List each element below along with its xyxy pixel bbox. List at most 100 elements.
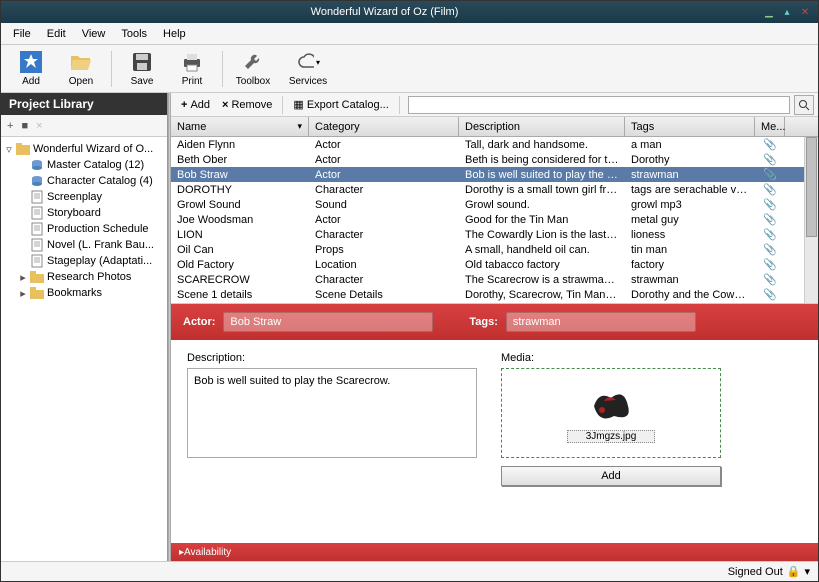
menu-view[interactable]: View [74,26,114,42]
col-category[interactable]: Category [309,117,459,136]
search-button[interactable] [794,95,814,115]
disk-icon [130,50,154,74]
expand-icon[interactable]: ▿ [3,143,15,156]
grid-icon: ▦ [293,98,303,111]
db-icon [29,158,45,172]
sidebar-add-icon[interactable]: + [7,120,13,132]
table-row[interactable]: Oil CanPropsA small, handheld oil can.ti… [171,242,818,257]
folder-icon [29,286,45,300]
chevron-down-icon[interactable]: ▾ [804,565,810,578]
table-row[interactable]: Aiden FlynnActorTall, dark and handsome.… [171,137,818,152]
menu-edit[interactable]: Edit [39,26,74,42]
attachment-icon: 📎 [755,213,785,226]
table-row[interactable]: Growl SoundSoundGrowl sound.growl mp3📎 [171,197,818,212]
main-toolbar: + Add × Remove ▦ Export Catalog... [171,93,818,117]
tags-field[interactable] [506,312,696,332]
tree-item-6[interactable]: Stageplay (Adaptati... [3,253,165,269]
media-dropzone[interactable]: 3Jmgzs.jpg [501,368,721,458]
print-button[interactable]: Print [168,47,216,91]
tree-item-1[interactable]: Character Catalog (4) [3,173,165,189]
menu-file[interactable]: File [5,26,39,42]
attachment-icon: 📎 [755,198,785,211]
doc-icon [29,222,45,236]
description-field[interactable] [187,368,477,458]
cloud-icon: ▾ [296,50,320,74]
table-row[interactable]: Old FactoryLocationOld tabacco factoryfa… [171,257,818,272]
main-add-button[interactable]: + Add [175,97,216,113]
table-header: Name Category Description Tags Me... [171,117,818,137]
attachment-icon: 📎 [755,288,785,301]
table-row[interactable]: Beth OberActorBeth is being considered f… [171,152,818,167]
sidebar: Project Library + ■ × ▿ Wonderful Wizard… [1,93,168,561]
table-row[interactable]: Scene 1 detailsScene DetailsDorothy, Sca… [171,287,818,302]
lock-icon[interactable]: 🔒 [787,565,801,578]
minimize-button[interactable]: ▁ [762,5,776,19]
col-description[interactable]: Description [459,117,625,136]
attachment-icon: 📎 [755,243,785,256]
col-tags[interactable]: Tags [625,117,755,136]
col-name[interactable]: Name [171,117,309,136]
add-button[interactable]: Add [7,47,55,91]
titlebar: Wonderful Wizard of Oz (Film) ▁ ▴ ✕ [1,1,818,23]
export-catalog-button[interactable]: ▦ Export Catalog... [287,96,394,113]
folder-icon [15,142,31,156]
wrench-icon [241,50,265,74]
folder-open-icon [69,50,93,74]
description-label: Description: [187,352,477,364]
toolbox-button[interactable]: Toolbox [229,47,277,91]
menu-tools[interactable]: Tools [113,26,155,42]
attachment-icon: 📎 [755,153,785,166]
catalog-table: Name Category Description Tags Me... Aid… [171,117,818,303]
add-media-button[interactable]: Add [501,466,721,486]
media-thumbnail [581,383,641,428]
attachment-icon: 📎 [755,228,785,241]
expand-icon[interactable]: ▸ [17,287,29,300]
table-row[interactable]: Bob StrawActorBob is well suited to play… [171,167,818,182]
detail-footer[interactable]: ▸ Availability [171,543,818,561]
sidebar-folder-icon[interactable]: ■ [21,120,28,132]
attachment-icon: 📎 [755,138,785,151]
save-button[interactable]: Save [118,47,166,91]
main-remove-button[interactable]: × Remove [216,97,278,113]
table-row[interactable]: DOROTHYCharacterDorothy is a small town … [171,182,818,197]
search-input[interactable] [408,96,790,114]
expand-icon[interactable]: ▸ [17,271,29,284]
tree-item-5[interactable]: Novel (L. Frank Bau... [3,237,165,253]
table-row[interactable]: LIONCharacterThe Cowardly Lion is the la… [171,227,818,242]
table-row[interactable]: SCARECROWCharacterThe Scarecrow is a str… [171,272,818,287]
scroll-thumb[interactable] [806,137,817,237]
doc-icon [29,254,45,268]
detail-panel: Actor: Tags: Description: Media: [171,303,818,561]
description-section: Description: [187,352,477,531]
close-button[interactable]: ✕ [798,5,812,19]
tree-item-3[interactable]: Storyboard [3,205,165,221]
tree-root[interactable]: ▿ Wonderful Wizard of O... [3,141,165,157]
tree-item-7[interactable]: ▸Research Photos [3,269,165,285]
col-media[interactable]: Me... [755,117,785,136]
detail-body: Description: Media: 3Jmgzs.jpg Add [171,340,818,543]
media-filename[interactable]: 3Jmgzs.jpg [567,430,656,443]
sidebar-remove-icon[interactable]: × [36,120,42,132]
doc-icon [29,206,45,220]
tree-item-8[interactable]: ▸Bookmarks [3,285,165,301]
tree-item-0[interactable]: Master Catalog (12) [3,157,165,173]
actor-field[interactable] [223,312,433,332]
content: Project Library + ■ × ▿ Wonderful Wizard… [1,93,818,561]
doc-icon [29,190,45,204]
tree-item-4[interactable]: Production Schedule [3,221,165,237]
scrollbar[interactable] [804,137,818,303]
attachment-icon: 📎 [755,183,785,196]
services-button[interactable]: ▾ Services [279,47,337,91]
table-row[interactable]: Joe WoodsmanActorGood for the Tin Manmet… [171,212,818,227]
window-controls: ▁ ▴ ✕ [762,5,812,19]
menu-help[interactable]: Help [155,26,194,42]
media-label: Media: [501,352,721,364]
window-title: Wonderful Wizard of Oz (Film) [7,6,762,18]
project-tree: ▿ Wonderful Wizard of O... Master Catalo… [1,137,167,561]
star-icon [19,50,43,74]
maximize-button[interactable]: ▴ [780,5,794,19]
open-button[interactable]: Open [57,47,105,91]
tree-item-2[interactable]: Screenplay [3,189,165,205]
actor-label: Actor: [183,316,215,328]
statusbar: Signed Out 🔒 ▾ [1,561,818,581]
